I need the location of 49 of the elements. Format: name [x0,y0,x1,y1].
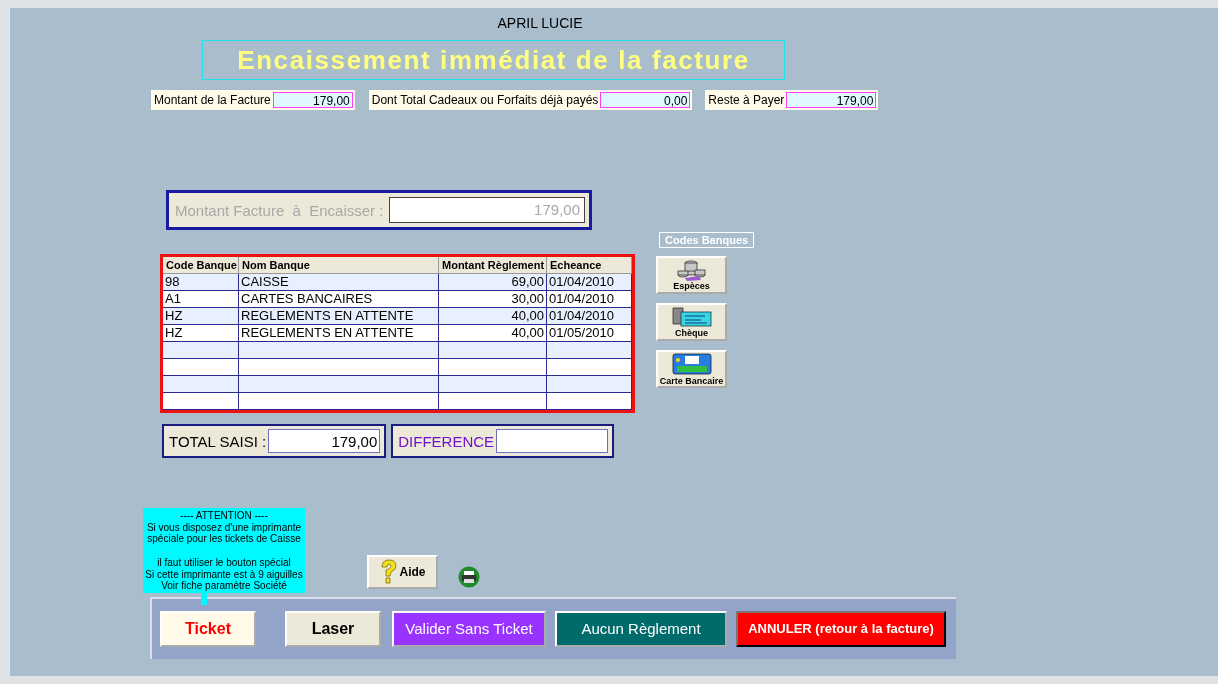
action-button[interactable]: Valider Sans Ticket [392,610,546,647]
table-cell: CARTES BANCAIRES [239,291,439,308]
table-cell: REGLEMENTS EN ATTENTE [239,308,439,325]
action-button[interactable]: Aucun Règlement [555,610,727,647]
table-cell: REGLEMENTS EN ATTENTE [239,325,439,342]
cheque-icon [670,306,713,328]
printer-icon[interactable] [458,565,480,588]
column-header: Code Banque [163,257,239,274]
client-name: APRIL LUCIE [497,15,583,31]
summary-value: 0,00 [600,92,691,108]
table-cell: 30,00 [439,291,547,308]
table-cell: 40,00 [439,325,547,342]
payment-method-button[interactable]: Espèces [656,256,727,294]
column-header: Nom Banque [239,257,439,274]
table-cell: 40,00 [439,308,547,325]
coin-stack-icon [676,259,707,281]
action-button[interactable]: ANNULER (retour à la facture) [736,610,946,647]
summary-label: Montant de la Facture [154,93,272,107]
summary-label: Dont Total Cadeaux ou Forfaits déjà payés [371,93,600,107]
total-field[interactable]: 179,00 [268,429,381,453]
bank-codes-label: Codes Banques [659,232,755,248]
column-header: Echeance [547,257,632,274]
summary-value: 179,00 [786,92,877,108]
table-cell: A1 [163,291,239,308]
action-button[interactable]: Ticket [160,610,256,647]
summary-value: 179,00 [272,92,353,108]
form-title: Encaissement immédiat de la facture [202,40,785,80]
table-cell: 01/04/2010 [547,274,632,291]
tooltip-pointer [201,592,207,605]
bank-card-icon [670,352,713,376]
payment-method-button[interactable]: Carte Bancaire [656,350,727,388]
table-cell: 98 [163,274,239,291]
difference-field[interactable] [496,429,609,453]
table-cell: HZ [163,325,239,342]
column-header: Montant Règlement [439,257,547,274]
table-cell: CAISSE [239,274,439,291]
summary-label: Reste à Payer [708,93,786,107]
table-cell: HZ [163,308,239,325]
total-label: TOTAL SAISI : [169,432,267,450]
question-mark-icon [379,558,400,585]
action-button[interactable]: Laser [285,610,381,647]
payment-method-button[interactable]: Chèque [656,303,727,341]
table-cell: 01/04/2010 [547,291,632,308]
table-cell: 69,00 [439,274,547,291]
amount-label: Montant Facture à Encaisser : [175,201,384,219]
difference-label: DIFFERENCE [398,432,495,450]
table-cell: 01/04/2010 [547,308,632,325]
help-button[interactable]: Aide [367,554,438,589]
table-cell: 01/05/2010 [547,325,632,342]
